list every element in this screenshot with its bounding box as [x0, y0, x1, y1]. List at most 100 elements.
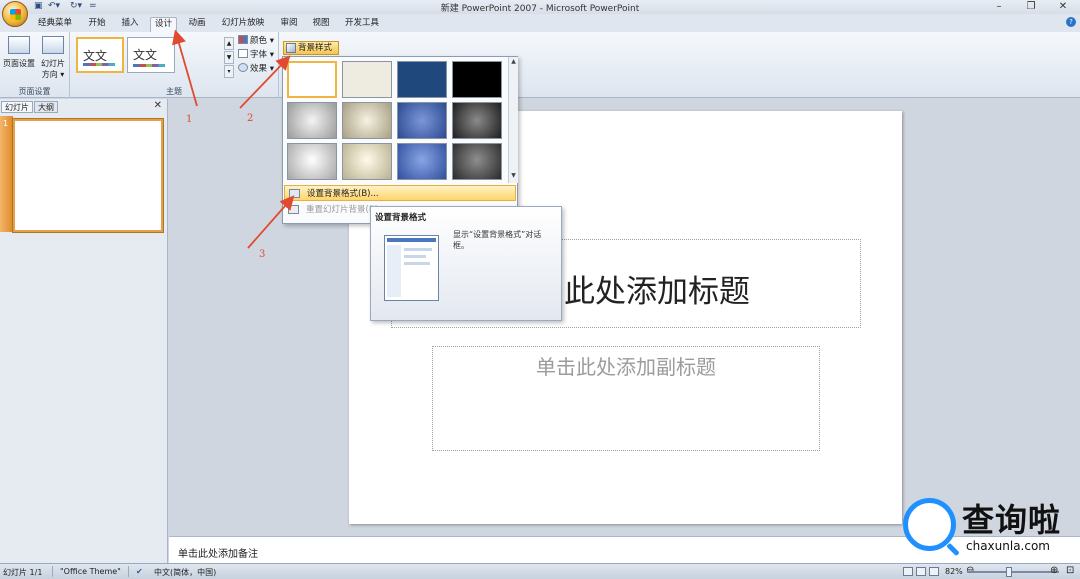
reset-background-icon	[288, 205, 299, 214]
slide-thumbnail[interactable]	[12, 118, 164, 233]
bg-style-swatch[interactable]	[287, 143, 337, 180]
colors-icon	[238, 35, 248, 44]
bg-style-swatch[interactable]	[342, 102, 392, 139]
theme-office[interactable]: 文文	[76, 37, 124, 73]
group-label-themes: 主题	[166, 87, 182, 96]
bg-style-swatch[interactable]	[342, 143, 392, 180]
tab-animations[interactable]: 动画	[184, 17, 210, 32]
notes-placeholder: 单击此处添加备注	[178, 549, 258, 560]
bg-style-swatch[interactable]	[397, 102, 447, 139]
bg-style-swatch[interactable]	[397, 61, 447, 98]
format-background-icon	[289, 189, 300, 198]
tab-slideshow[interactable]: 幻灯片放映	[218, 17, 268, 32]
zoom-slider-thumb[interactable]	[1006, 567, 1012, 577]
format-background-tooltip: 设置背景格式 显示“设置背景格式”对话框。	[370, 206, 562, 321]
subtitle-placeholder[interactable]: 单击此处添加副标题	[432, 346, 820, 451]
theme-effects-button[interactable]: 效果 ▾	[238, 63, 274, 76]
slide-thumb-number: 1	[3, 119, 9, 128]
theme-effects-label: 效果 ▾	[250, 64, 274, 74]
page-setup-icon	[8, 36, 30, 54]
preview-line	[404, 248, 432, 251]
spellcheck-icon[interactable]: ✔	[136, 567, 143, 576]
status-theme: "Office Theme"	[60, 567, 121, 576]
group-page-setup: 页面设置 幻灯片 方向 ▾ 页面设置	[0, 32, 70, 98]
theme-colors-label: 颜色 ▾	[250, 36, 274, 46]
theme-office-label: 文文	[83, 49, 108, 63]
bg-style-swatch[interactable]	[397, 143, 447, 180]
bg-style-swatch[interactable]	[452, 143, 502, 180]
zoom-level[interactable]: 82%	[945, 567, 963, 576]
theme-alt[interactable]: 文文	[127, 37, 175, 73]
zoom-slider[interactable]	[967, 571, 1059, 573]
tab-home[interactable]: 开始	[84, 17, 110, 32]
annotation-number: 2	[247, 113, 254, 124]
close-icon[interactable]: ✕	[1048, 0, 1078, 14]
minimize-icon[interactable]: –	[984, 0, 1014, 14]
dropdown-scroll-track[interactable]	[509, 67, 518, 171]
theme-office-colors	[83, 63, 115, 66]
themes-scroll-down-icon[interactable]: ▼	[224, 51, 234, 64]
reset-background-label: 重置幻灯片背景(R)	[306, 205, 379, 215]
theme-fonts-label: 字体 ▾	[250, 50, 274, 60]
bg-style-swatch[interactable]	[342, 61, 392, 98]
page-setup-label: 页面设置	[3, 59, 35, 68]
format-background-menu-item[interactable]: 设置背景格式(B)...	[284, 185, 516, 201]
dropdown-scroll-up-icon[interactable]: ▲	[509, 57, 518, 67]
slide-sorter-icon[interactable]	[916, 567, 926, 576]
ribbon: 页面设置 幻灯片 方向 ▾ 页面设置 文文 文文 ▲ ▼ ▾ 颜色 ▾ 字体 ▾…	[0, 32, 1080, 98]
tab-insert[interactable]: 插入	[117, 17, 143, 32]
themes-scroll-up-icon[interactable]: ▲	[224, 37, 234, 50]
office-button[interactable]	[2, 1, 28, 27]
status-language: 中文(简体，中国)	[154, 568, 217, 577]
slides-pane: 幻灯片 大纲 ✕ 1	[0, 99, 168, 564]
preview-titlebar	[387, 238, 436, 242]
status-slide-count: 幻灯片 1/1	[3, 568, 43, 577]
slide-thumb-rail	[0, 116, 13, 232]
tab-view[interactable]: 视图	[309, 17, 333, 32]
zoom-in-icon[interactable]: ⊕	[1050, 565, 1058, 576]
dropdown-scrollbar[interactable]: ▲ ▼	[508, 57, 518, 183]
tab-classic-menu[interactable]: 经典菜单	[33, 17, 77, 32]
bg-style-swatch[interactable]	[452, 61, 502, 98]
watermark: 查询啦 chaxunla.com	[900, 491, 1075, 561]
preview-sidebar	[387, 245, 401, 297]
theme-fonts-button[interactable]: 字体 ▾	[238, 49, 274, 62]
subtitle-placeholder-text: 单击此处添加副标题	[536, 355, 716, 379]
pane-close-icon[interactable]: ✕	[154, 100, 162, 111]
slide-orientation-button[interactable]: 幻灯片 方向 ▾	[38, 36, 68, 80]
fit-to-window-icon[interactable]: ⊡	[1066, 565, 1074, 576]
preview-line	[404, 255, 426, 258]
watermark-url: chaxunla.com	[966, 539, 1050, 553]
tab-slides[interactable]: 幻灯片	[1, 101, 33, 113]
ribbon-tabs: 经典菜单 开始 插入 设计 动画 幻灯片放映 审阅 视图 开发工具 ?	[0, 14, 1080, 32]
tab-review[interactable]: 审阅	[277, 17, 301, 32]
dropdown-scroll-down-icon[interactable]: ▼	[509, 171, 518, 181]
bg-style-swatch[interactable]	[452, 102, 502, 139]
effects-icon	[238, 63, 248, 72]
background-styles-icon	[286, 43, 296, 53]
group-label-page-setup: 页面设置	[18, 87, 51, 96]
annotation-number: 3	[259, 249, 266, 260]
tooltip-title: 设置背景格式	[375, 213, 427, 223]
tab-design[interactable]: 设计	[150, 17, 177, 32]
background-styles-button[interactable]: 背景样式 ▾	[283, 41, 339, 65]
slide-orientation-label: 幻灯片	[41, 59, 65, 68]
normal-view-icon[interactable]	[903, 567, 913, 576]
tab-outline[interactable]: 大纲	[34, 101, 58, 113]
help-icon[interactable]: ?	[1066, 17, 1076, 27]
status-bar: 幻灯片 1/1 "Office Theme" ✔ 中文(简体，中国) 82% ⊖…	[0, 563, 1080, 579]
themes-more-icon[interactable]: ▾	[224, 65, 234, 78]
bg-style-swatch[interactable]	[287, 102, 337, 139]
slideshow-icon[interactable]	[929, 567, 939, 576]
page-setup-button[interactable]: 页面设置	[2, 36, 36, 69]
tooltip-body: 显示“设置背景格式”对话框。	[453, 230, 542, 250]
group-themes: 文文 文文 ▲ ▼ ▾ 颜色 ▾ 字体 ▾ 效果 ▾ 主题	[70, 32, 279, 98]
window-title: 新建 PowerPoint 2007 - Microsoft PowerPoin…	[440, 4, 640, 14]
restore-icon[interactable]: ❐	[1016, 0, 1046, 14]
fonts-icon	[238, 49, 248, 58]
theme-colors-button[interactable]: 颜色 ▾	[238, 35, 274, 48]
tooltip-dialog-preview	[384, 235, 439, 301]
theme-alt-colors	[133, 64, 165, 67]
tab-developer[interactable]: 开发工具	[342, 17, 382, 32]
bg-style-swatch[interactable]	[287, 61, 337, 98]
